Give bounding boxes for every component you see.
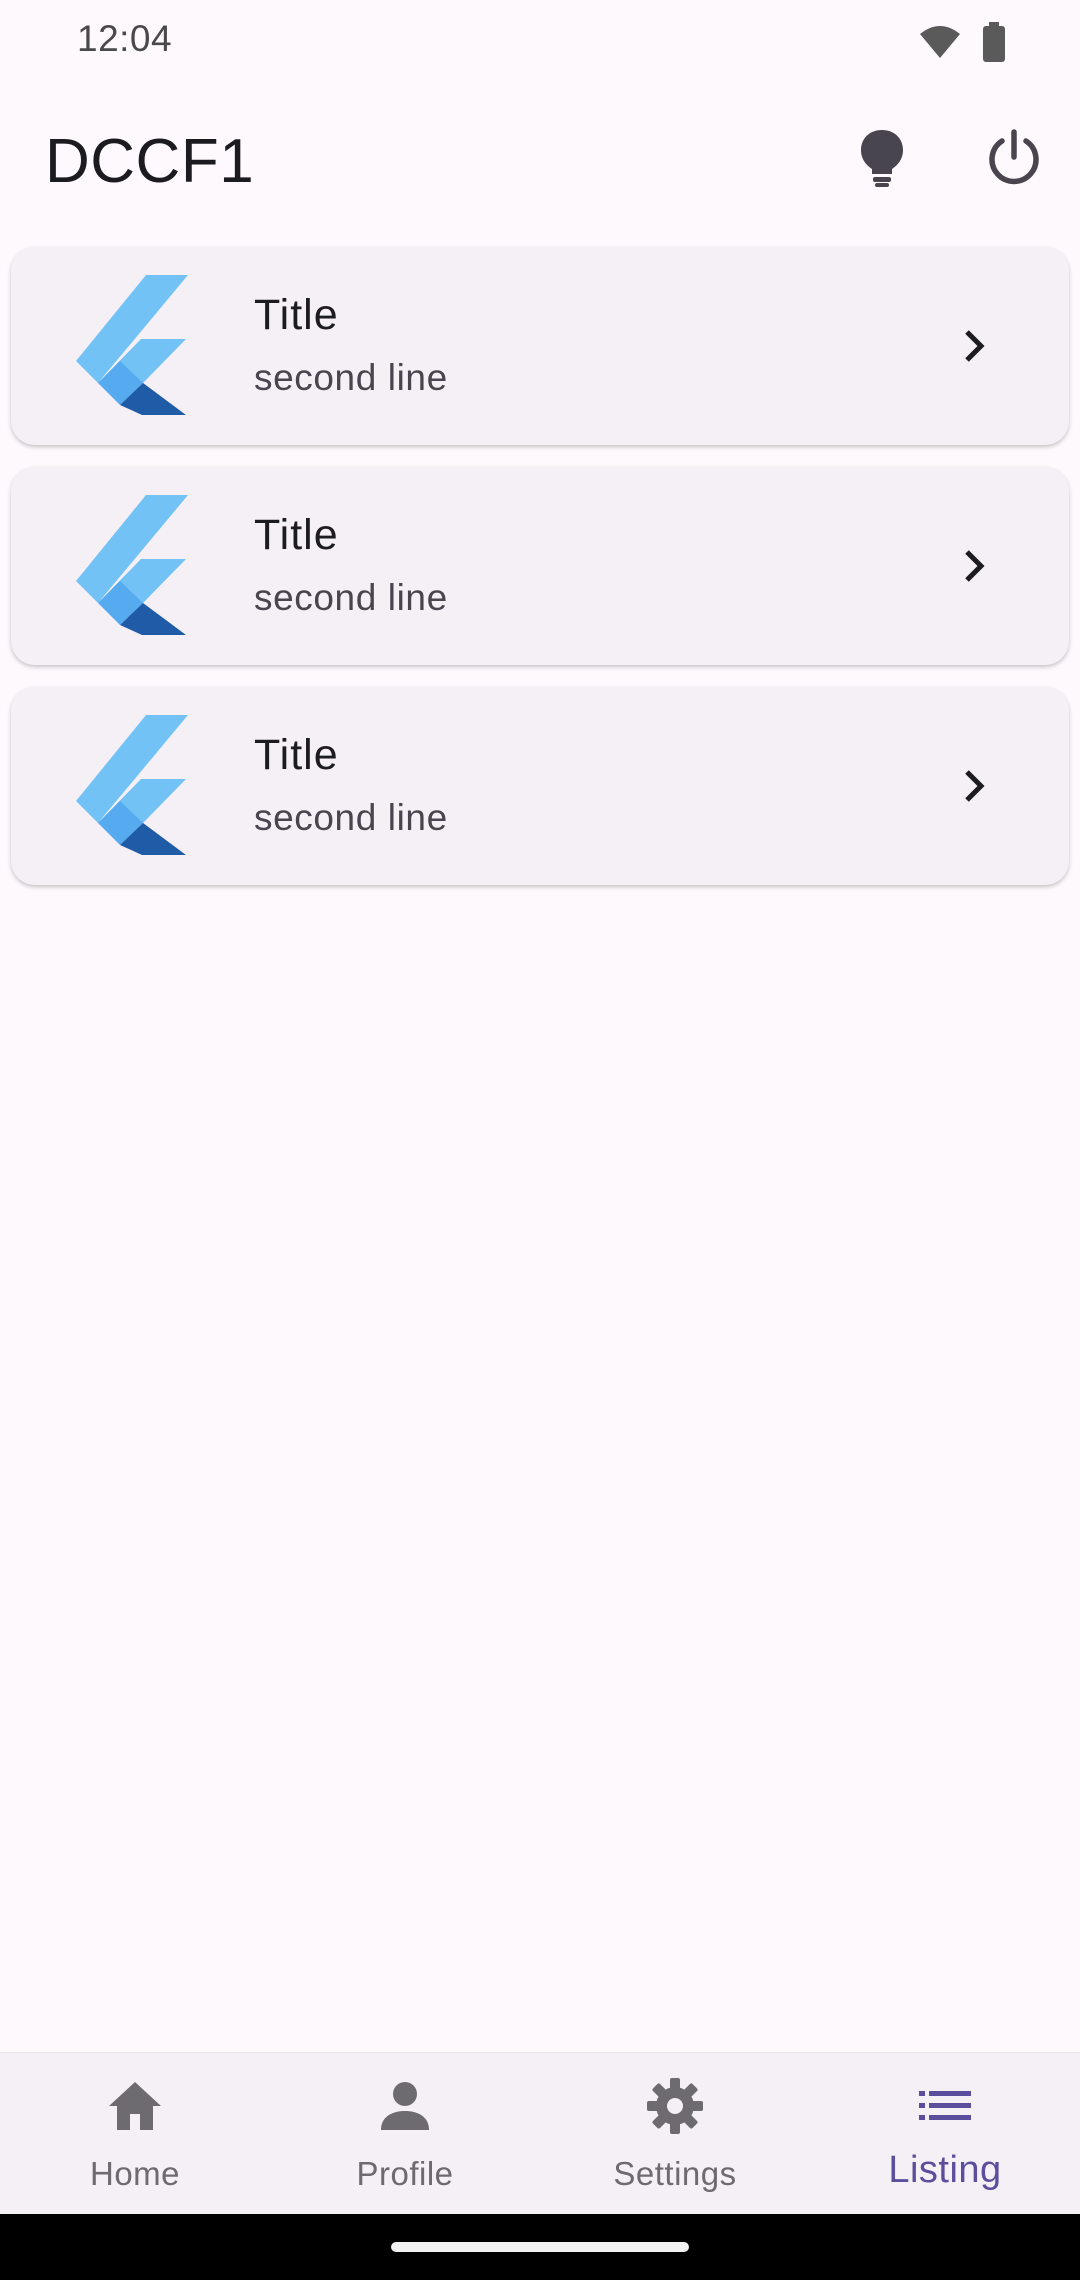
- app-bar: DCCF1: [0, 100, 1080, 220]
- chevron-right-icon: [951, 542, 999, 590]
- home-icon: [105, 2076, 165, 2136]
- lightbulb-icon: [858, 128, 906, 193]
- list-item-subtitle: second line: [254, 797, 448, 838]
- list-item[interactable]: Title second line: [11, 247, 1069, 445]
- nav-item-listing[interactable]: Listing: [810, 2053, 1080, 2215]
- chevron-right-icon: [951, 762, 999, 810]
- system-gesture-bar: [0, 2214, 1080, 2280]
- nav-item-home[interactable]: Home: [0, 2053, 270, 2215]
- list-item-subtitle: second line: [254, 577, 448, 618]
- list-item-title: Title: [254, 291, 339, 339]
- person-icon: [375, 2076, 435, 2136]
- list-icon: [915, 2076, 975, 2136]
- status-bar: 12:04: [0, 0, 1080, 84]
- chevron-right-icon: [951, 322, 999, 370]
- power-button[interactable]: [978, 124, 1050, 196]
- status-time: 12:04: [77, 18, 173, 59]
- list-item-title: Title: [254, 511, 339, 559]
- status-icons: [918, 22, 1006, 67]
- battery-icon: [982, 22, 1006, 67]
- nav-label-listing: Listing: [888, 2149, 1002, 2191]
- nav-item-profile[interactable]: Profile: [270, 2053, 540, 2215]
- list-item-title: Title: [254, 731, 339, 779]
- bottom-navigation: Home Profile Settings Listing: [0, 2052, 1080, 2214]
- gear-icon: [645, 2076, 705, 2136]
- wifi-icon: [918, 24, 962, 65]
- power-icon: [985, 128, 1043, 192]
- app-screen: 12:04 DCCF1 Title second line Title seco…: [0, 0, 1080, 2280]
- nav-item-settings[interactable]: Settings: [540, 2053, 810, 2215]
- list-item[interactable]: Title second line: [11, 467, 1069, 665]
- flutter-logo-icon: [76, 275, 188, 415]
- listing-list: Title second line Title second line Titl…: [11, 247, 1069, 907]
- list-item-subtitle: second line: [254, 357, 448, 398]
- nav-label-profile: Profile: [356, 2155, 454, 2192]
- list-item[interactable]: Title second line: [11, 687, 1069, 885]
- nav-label-home: Home: [89, 2155, 181, 2192]
- nav-label-settings: Settings: [613, 2155, 737, 2192]
- theme-toggle-button[interactable]: [846, 124, 918, 196]
- flutter-logo-icon: [76, 715, 188, 855]
- flutter-logo-icon: [76, 495, 188, 635]
- page-title: DCCF1: [45, 127, 255, 196]
- home-gesture-handle[interactable]: [391, 2242, 689, 2252]
